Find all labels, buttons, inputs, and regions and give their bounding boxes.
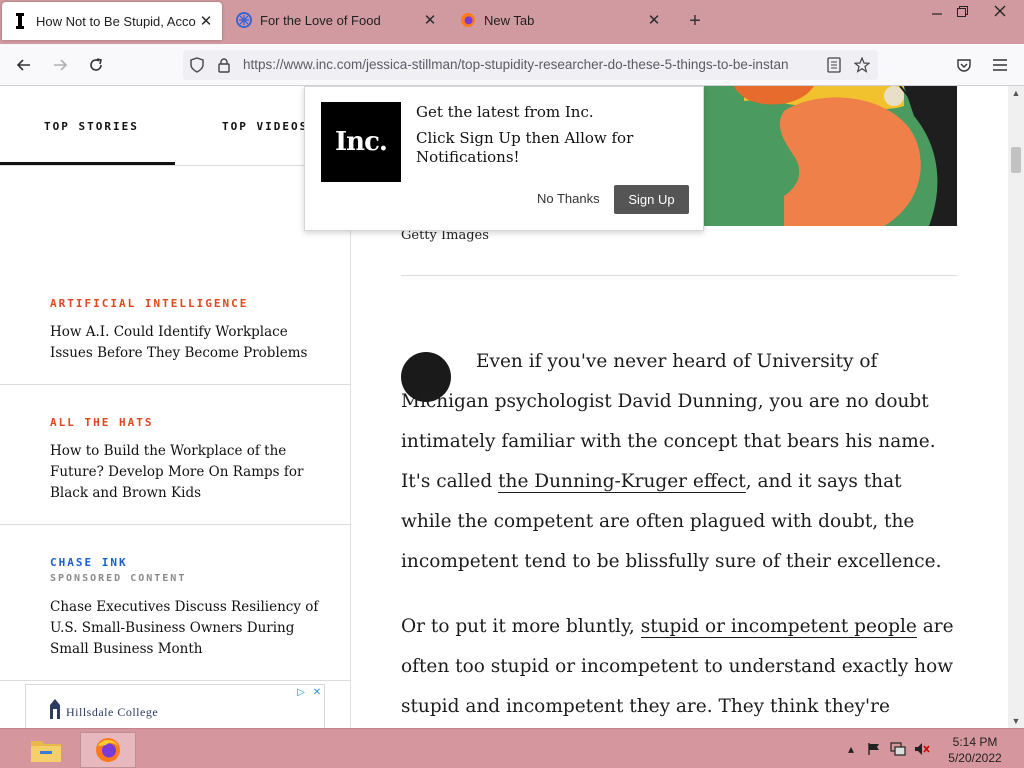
network-icon[interactable] (890, 741, 906, 757)
tracking-shield-icon[interactable] (187, 55, 207, 75)
advertisement-banner[interactable]: Hillsdale College ▷ ✕ (25, 684, 325, 728)
file-explorer-icon[interactable] (18, 732, 74, 768)
browser-tab-strip: How Not to Be Stupid, Accordin ✕ For the… (0, 0, 1024, 44)
new-tab-plus-icon[interactable]: + (684, 10, 706, 32)
inc-i-icon (12, 13, 28, 29)
story-headline[interactable]: How to Build the Workplace of the Future… (50, 441, 330, 504)
scroll-thumb[interactable] (1011, 147, 1021, 173)
tab-top-videos[interactable]: TOP VIDEOS (222, 120, 308, 133)
tab-new-tab[interactable]: New Tab ✕ (450, 0, 670, 40)
system-clock[interactable]: 5:14 PM 5/20/2022 (940, 734, 1010, 766)
inc-logo: Inc. (321, 102, 401, 182)
sponsored-label: SPONSORED CONTENT (50, 573, 187, 584)
web-page-content: TOP STORIES TOP VIDEOS ARTIFICIAL INTELL… (0, 86, 1008, 728)
no-thanks-button[interactable]: No Thanks (537, 191, 600, 206)
tab-top-stories[interactable]: TOP STORIES (44, 120, 139, 133)
firefox-taskbar-icon[interactable] (80, 732, 136, 768)
adchoices-icon[interactable]: ▷ (294, 685, 308, 699)
divider (0, 524, 351, 525)
story-headline[interactable]: How A.I. Could Identify Workplace Issues… (50, 322, 330, 364)
sign-up-button[interactable]: Sign Up (614, 185, 689, 214)
ad-controls: ▷ ✕ (294, 685, 324, 699)
article-hero-image (704, 86, 957, 226)
popup-title: Get the latest from Inc. (416, 103, 594, 121)
reload-icon[interactable] (83, 52, 109, 78)
dunning-kruger-link[interactable]: the Dunning-Kruger effect (498, 471, 746, 493)
scroll-down-icon[interactable]: ▼ (1008, 714, 1024, 728)
tab-love-of-food[interactable]: For the Love of Food ✕ (226, 0, 446, 40)
sidebar: TOP STORIES TOP VIDEOS ARTIFICIAL INTELL… (0, 86, 351, 728)
close-ad-icon[interactable]: ✕ (310, 685, 324, 699)
story-category[interactable]: CHASE INK (50, 556, 330, 569)
bookmark-star-icon[interactable] (852, 55, 872, 75)
pocket-icon[interactable] (951, 52, 977, 78)
clock-time: 5:14 PM (952, 735, 998, 749)
lock-icon[interactable] (214, 55, 234, 75)
address-bar[interactable]: https://www.inc.com/jessica-stillman/top… (183, 50, 878, 80)
story-headline[interactable]: Chase Executives Discuss Resiliency of U… (50, 597, 330, 660)
notification-prompt: Inc. Get the latest from Inc. Click Sign… (304, 86, 704, 231)
forward-arrow-icon[interactable] (47, 52, 73, 78)
url-text: https://www.inc.com/jessica-stillman/top… (243, 57, 789, 72)
hamburger-menu-icon[interactable] (987, 52, 1013, 78)
taskbar: ▴ 5:14 PM 5/20/2022 (0, 728, 1024, 768)
close-tab-icon[interactable]: ✕ (644, 10, 664, 30)
divider (0, 165, 351, 166)
close-window-icon[interactable] (985, 0, 1015, 22)
restore-icon[interactable] (947, 0, 977, 22)
blue-swirl-icon (236, 12, 252, 28)
back-arrow-icon[interactable] (11, 52, 37, 78)
navigation-toolbar: https://www.inc.com/jessica-stillman/top… (0, 44, 1024, 86)
action-center-flag-icon[interactable] (866, 741, 882, 757)
stupid-incompetent-link[interactable]: stupid or incompetent people (640, 616, 917, 638)
tab-title: New Tab (484, 12, 535, 28)
article-paragraph: Even if you've never heard of University… (401, 342, 957, 582)
story-item[interactable]: CHASE INK SPONSORED CONTENT Chase Execut… (50, 556, 330, 660)
paragraph-text: Or to put it more bluntly, (401, 616, 641, 637)
story-category[interactable]: ARTIFICIAL INTELLIGENCE (50, 297, 330, 310)
divider (401, 275, 957, 276)
story-item[interactable]: ALL THE HATS How to Build the Workplace … (50, 416, 330, 504)
divider (0, 680, 351, 681)
reader-view-icon[interactable] (824, 55, 844, 75)
tab-inc-article[interactable]: How Not to Be Stupid, Accordin ✕ (2, 2, 222, 40)
divider (0, 384, 351, 385)
popup-body: Click Sign Up then Allow for Notificatio… (416, 129, 634, 166)
close-tab-icon[interactable]: ✕ (420, 10, 440, 30)
tab-title: How Not to Be Stupid, Accordin (36, 13, 196, 29)
close-tab-icon[interactable]: ✕ (196, 11, 216, 31)
firefox-icon (460, 12, 476, 28)
clock-date: 5/20/2022 (948, 751, 1002, 765)
hillsdale-crest-icon (50, 699, 60, 719)
story-category[interactable]: ALL THE HATS (50, 416, 330, 429)
ad-logo-text: Hillsdale College (66, 705, 159, 719)
article-paragraph: Or to put it more bluntly, stupid or inc… (401, 607, 957, 728)
story-item[interactable]: ARTIFICIAL INTELLIGENCE How A.I. Could I… (50, 297, 330, 364)
show-hidden-icons-icon[interactable]: ▴ (843, 741, 859, 757)
page-scrollbar[interactable]: ▲ ▼ (1008, 86, 1024, 728)
scroll-up-icon[interactable]: ▲ (1008, 86, 1024, 100)
volume-muted-icon[interactable] (914, 741, 930, 757)
tab-title: For the Love of Food (260, 12, 381, 28)
